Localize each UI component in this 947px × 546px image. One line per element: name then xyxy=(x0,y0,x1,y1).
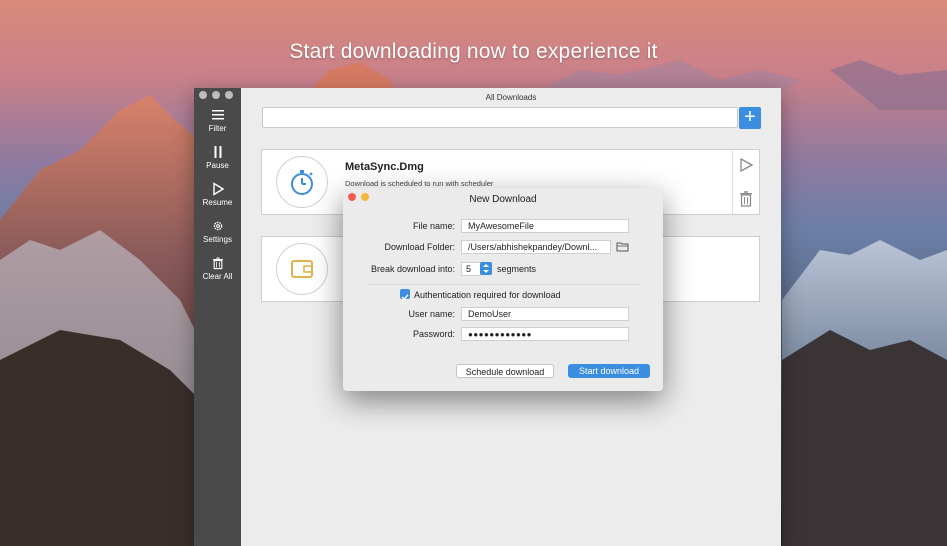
stepper-arrows-icon xyxy=(483,264,489,273)
username-label: User name: xyxy=(408,309,455,319)
segments-unit-label: segments xyxy=(497,264,537,274)
window-controls xyxy=(199,91,233,99)
search-input[interactable] xyxy=(262,107,738,128)
trash-icon[interactable] xyxy=(739,191,753,207)
sidebar-item-filter[interactable]: Filter xyxy=(194,108,241,133)
segments-stepper[interactable] xyxy=(480,262,492,275)
sidebar-item-label: Resume xyxy=(202,198,233,207)
window-title: All Downloads xyxy=(485,93,537,102)
auth-label: Authentication required for download xyxy=(414,290,561,300)
folder-icon[interactable] xyxy=(616,241,629,252)
sidebar-item-resume[interactable]: Resume xyxy=(194,182,241,207)
download-icon-circle xyxy=(276,243,328,295)
sidebar-item-label: Filter xyxy=(208,124,227,133)
checkmark-icon xyxy=(401,294,409,301)
gear-icon xyxy=(213,221,222,231)
download-folder-field[interactable]: /Users/abhishekpandey/Downl... xyxy=(461,240,611,254)
download-name: MetaSync.Dmg xyxy=(345,161,424,173)
headline: Start downloading now to experience it xyxy=(289,40,658,63)
play-icon xyxy=(212,182,224,196)
sidebar-item-pause[interactable]: Pause xyxy=(194,145,241,170)
sidebar-item-label: Settings xyxy=(203,235,232,244)
filter-icon xyxy=(211,110,224,120)
file-name-field[interactable]: MyAwesomeFile xyxy=(461,219,629,233)
segments-field[interactable]: 5 xyxy=(461,262,481,276)
sidebar: Filter Pause Resume Settings Clear All xyxy=(194,88,241,546)
break-download-label: Break download into: xyxy=(370,264,455,274)
sidebar-item-clear-all[interactable]: Clear All xyxy=(194,256,241,281)
pause-icon xyxy=(214,146,221,158)
add-download-button[interactable]: + xyxy=(739,107,761,129)
password-field[interactable]: ●●●●●●●●●●●● xyxy=(461,327,629,341)
dialog-title: New Download xyxy=(469,194,537,205)
password-label: Password: xyxy=(412,329,455,339)
download-folder-label: Download Folder: xyxy=(384,242,455,252)
close-window-button[interactable] xyxy=(199,91,207,99)
sidebar-item-settings[interactable]: Settings xyxy=(194,219,241,244)
download-actions xyxy=(732,150,759,214)
divider xyxy=(369,284,639,285)
minimize-window-button[interactable] xyxy=(212,91,220,99)
file-name-label: File name: xyxy=(412,221,455,231)
new-download-dialog: New Download File name: MyAwesomeFile Do… xyxy=(343,188,663,391)
play-icon[interactable] xyxy=(739,158,753,172)
zoom-window-button[interactable] xyxy=(225,91,233,99)
sidebar-item-label: Clear All xyxy=(202,272,233,281)
start-download-button[interactable]: Start download xyxy=(568,364,650,378)
username-field[interactable]: DemoUser xyxy=(461,307,629,321)
download-icon-circle xyxy=(276,156,328,208)
wallet-icon xyxy=(291,260,313,278)
stopwatch-icon xyxy=(291,170,313,195)
trash-icon xyxy=(212,257,223,270)
sidebar-item-label: Pause xyxy=(206,161,229,170)
download-status: Download is scheduled to run with schedu… xyxy=(345,179,494,188)
schedule-download-button[interactable]: Schedule download xyxy=(456,364,554,378)
auth-checkbox[interactable] xyxy=(400,289,410,301)
